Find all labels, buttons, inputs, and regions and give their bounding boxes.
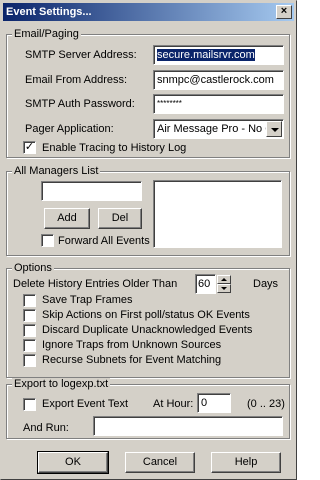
del-button-label: Del	[111, 212, 129, 224]
at-hour-label: At Hour:	[153, 398, 194, 410]
skip-actions-label: Skip Actions on First poll/status OK Eve…	[42, 309, 250, 321]
tracing-label: Enable Tracing to History Log	[42, 142, 187, 154]
cancel-button-label: Cancel	[142, 456, 178, 468]
add-button-label: Add	[57, 212, 77, 224]
spin-down-icon[interactable]	[217, 284, 231, 293]
hour-range-label: (0 .. 23)	[247, 398, 285, 410]
manager-input[interactable]	[41, 181, 142, 201]
discard-duplicate-checkbox[interactable]	[23, 324, 36, 337]
pager-app-dropdown[interactable]: Air Message Pro - No Q	[153, 119, 284, 139]
add-button[interactable]: Add	[44, 208, 90, 229]
delete-history-days-input[interactable]: 60	[195, 274, 216, 294]
ok-button-label: OK	[65, 456, 81, 468]
export-event-text-label: Export Event Text	[42, 398, 129, 410]
spin-up-icon[interactable]	[217, 275, 231, 284]
smtp-auth-password-field[interactable]: ********	[153, 94, 284, 114]
email-paging-legend: Email/Paging	[12, 28, 81, 41]
tracing-checkbox[interactable]: ✓	[23, 141, 36, 154]
ignore-traps-label: Ignore Traps from Unknown Sources	[42, 339, 222, 351]
close-icon: ×	[280, 5, 288, 17]
email-from-value: snmpc@castlerock.com	[157, 74, 274, 86]
skip-actions-checkbox[interactable]	[23, 309, 36, 322]
ignore-traps-checkbox[interactable]	[23, 339, 36, 352]
close-button[interactable]: ×	[276, 5, 292, 19]
and-run-label: And Run:	[23, 422, 69, 434]
days-spinner[interactable]	[217, 275, 231, 293]
smtp-auth-label: SMTP Auth Password:	[25, 98, 135, 110]
managers-legend: All Managers List	[12, 165, 101, 178]
at-hour-input[interactable]: 0	[197, 393, 231, 413]
at-hour-value: 0	[201, 397, 208, 409]
check-icon: ✓	[24, 141, 35, 153]
delete-history-label: Delete History Entries Older Than	[13, 278, 178, 290]
email-from-label: Email From Address:	[25, 74, 128, 86]
smtp-server-label: SMTP Server Address:	[25, 49, 137, 61]
window-title: Event Settings...	[6, 6, 92, 18]
forward-events-label: Forward All Events	[58, 235, 150, 247]
event-settings-window: Event Settings... × Email/Paging SMTP Se…	[0, 0, 297, 480]
smtp-server-field[interactable]: secure.mailsrvr.com	[153, 45, 284, 65]
title-bar[interactable]: Event Settings... ×	[3, 3, 294, 21]
forward-events-checkbox[interactable]	[41, 234, 54, 247]
email-from-field[interactable]: snmpc@castlerock.com	[153, 70, 284, 90]
help-button-label: Help	[234, 456, 258, 468]
days-label: Days	[253, 278, 279, 290]
pager-app-value: Air Message Pro - No Q	[157, 123, 274, 135]
delete-history-value: 60	[198, 278, 211, 290]
smtp-server-value: secure.mailsrvr.com	[157, 49, 255, 61]
recurse-subnets-checkbox[interactable]	[23, 354, 36, 367]
export-legend: Export to logexp.txt	[12, 378, 111, 391]
help-button[interactable]: Help	[211, 452, 281, 473]
save-trap-frames-label: Save Trap Frames	[42, 294, 133, 306]
options-legend: Options	[12, 262, 54, 275]
save-trap-frames-checkbox[interactable]	[23, 294, 36, 307]
export-event-text-checkbox[interactable]	[23, 398, 36, 411]
smtp-auth-value: ********	[157, 99, 182, 108]
managers-listbox[interactable]	[153, 180, 282, 248]
pager-app-label: Pager Application:	[25, 123, 114, 135]
chevron-down-icon[interactable]	[266, 121, 282, 137]
cancel-button[interactable]: Cancel	[125, 452, 195, 473]
del-button[interactable]: Del	[98, 208, 142, 229]
ok-button[interactable]: OK	[37, 451, 109, 474]
recurse-subnets-label: Recurse Subnets for Event Matching	[42, 354, 222, 366]
and-run-input[interactable]	[93, 416, 283, 436]
discard-duplicate-label: Discard Duplicate Unacknowledged Events	[42, 324, 253, 336]
